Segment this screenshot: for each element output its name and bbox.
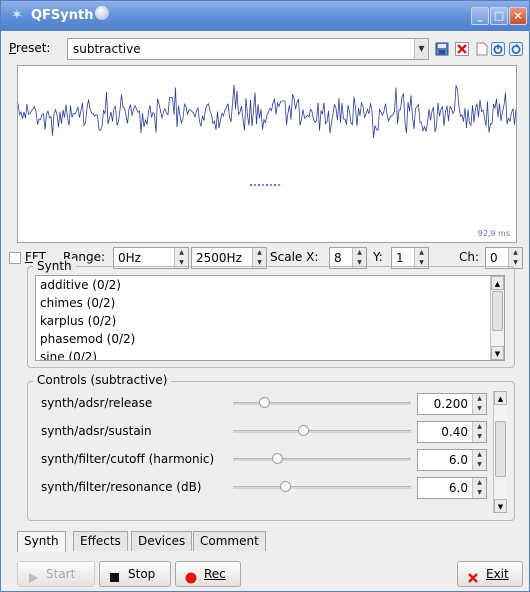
waveform (18, 84, 516, 186)
control-slider[interactable] (233, 486, 411, 489)
synth-list-item[interactable]: sine (0/2) (36, 348, 504, 360)
preset-combo[interactable]: subtractive ▼ (67, 38, 429, 60)
control-slider[interactable] (233, 458, 411, 461)
control-name: synth/adsr/sustain (41, 424, 152, 438)
preset-label: Preset: (9, 41, 51, 55)
synth-list-item[interactable]: chimes (0/2) (36, 294, 504, 312)
spin-buttons[interactable]: ▲ ▼ (414, 248, 428, 268)
control-row: synth/filter/cutoff (harmonic) 6.0 ▲ ▼ (41, 449, 491, 471)
fft-checkbox[interactable] (9, 252, 21, 264)
synth-list-item[interactable]: additive (0/2) (36, 276, 504, 294)
scale-y-label: Y: (373, 250, 383, 264)
slider-handle[interactable] (271, 453, 283, 464)
time-readout: 92,9 ms (477, 229, 510, 238)
controls-scrollbar[interactable]: ▲ ▼ (493, 391, 507, 513)
power-icon[interactable] (489, 39, 507, 59)
tab-effects[interactable]: Effects (73, 531, 128, 551)
control-row: synth/adsr/release 0.200 ▲ ▼ (41, 393, 491, 415)
controls-group-title: Controls (subtractive) (33, 373, 172, 387)
exit-button[interactable]: Exit (457, 561, 523, 587)
control-value-spinbox[interactable]: 6.0 ▲ ▼ (417, 449, 487, 471)
maximize-button[interactable]: □ (490, 7, 508, 25)
control-slider[interactable] (233, 430, 411, 433)
stop-button[interactable]: Stop (99, 561, 171, 587)
synth-list-item[interactable]: phasemod (0/2) (36, 330, 504, 348)
close-button[interactable]: × (509, 7, 527, 25)
spin-buttons[interactable]: ▲ ▼ (472, 394, 486, 414)
record-button[interactable]: Rec (175, 561, 241, 587)
spin-buttons[interactable]: ▲ ▼ (352, 248, 366, 268)
scroll-up-arrow[interactable]: ▲ (491, 276, 504, 290)
synth-list[interactable]: additive (0/2) chimes (0/2) karplus (0/2) p… (35, 275, 505, 361)
spin-buttons[interactable]: ▲ ▼ (252, 248, 266, 268)
control-value-spinbox[interactable]: 6.0 ▲ ▼ (417, 477, 487, 499)
preset-value: subtractive (73, 42, 141, 56)
chevron-down-icon[interactable]: ▼ (414, 39, 428, 59)
window-title: QFSynth (31, 8, 94, 23)
control-value-spinbox[interactable]: 0.200 ▲ ▼ (417, 393, 487, 415)
synth-list-scrollbar[interactable]: ▲ ▼ (490, 276, 504, 360)
channel-label: Ch: (459, 250, 480, 264)
qfsynth-window: ✶ QFSynth _ □ × Preset: subtractive ▼ 92… (0, 0, 530, 592)
slider-handle[interactable] (298, 425, 310, 436)
stop-icon (109, 568, 121, 582)
record-icon (185, 568, 197, 584)
tab-comment[interactable]: Comment (193, 531, 266, 551)
scroll-thumb[interactable] (492, 291, 503, 331)
control-name: synth/adsr/release (41, 396, 153, 410)
scale-x-label: Scale X: (270, 250, 319, 264)
spin-buttons[interactable]: ▲ ▼ (472, 422, 486, 442)
reload-icon[interactable] (507, 39, 525, 59)
scroll-up-arrow[interactable]: ▲ (494, 391, 507, 405)
control-name: synth/filter/cutoff (harmonic) (41, 452, 215, 466)
scroll-down-arrow[interactable]: ▼ (494, 499, 507, 513)
save-icon[interactable] (433, 39, 451, 59)
spin-buttons[interactable]: ▲ ▼ (508, 248, 522, 268)
tab-synth[interactable]: Synth (17, 531, 66, 552)
scroll-down-arrow[interactable]: ▼ (491, 346, 504, 360)
slider-handle[interactable] (280, 481, 292, 492)
close-icon (467, 568, 479, 583)
start-button[interactable]: Start (17, 561, 95, 587)
delete-icon[interactable] (453, 39, 471, 59)
play-icon (27, 568, 39, 583)
synth-list-item[interactable]: karplus (0/2) (36, 312, 504, 330)
title-bar[interactable]: ✶ QFSynth _ □ × (1, 1, 529, 31)
control-row: synth/filter/resonance (dB) 6.0 ▲ ▼ (41, 477, 491, 499)
control-value-spinbox[interactable]: 0.40 ▲ ▼ (417, 421, 487, 443)
control-row: synth/adsr/sustain 0.40 ▲ ▼ (41, 421, 491, 443)
synth-group-title: Synth (33, 259, 76, 273)
scroll-thumb[interactable] (495, 421, 506, 477)
slider-handle[interactable] (259, 397, 271, 408)
app-icon[interactable]: ✶ (9, 7, 25, 23)
spin-buttons[interactable]: ▲ ▼ (174, 248, 188, 268)
minimize-button[interactable]: _ (471, 7, 489, 25)
spin-buttons[interactable]: ▲ ▼ (472, 450, 486, 470)
control-name: synth/filter/resonance (dB) (41, 480, 202, 494)
sticky-icon[interactable] (95, 6, 109, 20)
tab-devices[interactable]: Devices (131, 531, 193, 551)
oscilloscope-display[interactable]: 92,9 ms (17, 65, 517, 243)
spin-buttons[interactable]: ▲ ▼ (472, 478, 486, 498)
synth-list-items: additive (0/2) chimes (0/2) karplus (0/2) p… (36, 276, 504, 360)
